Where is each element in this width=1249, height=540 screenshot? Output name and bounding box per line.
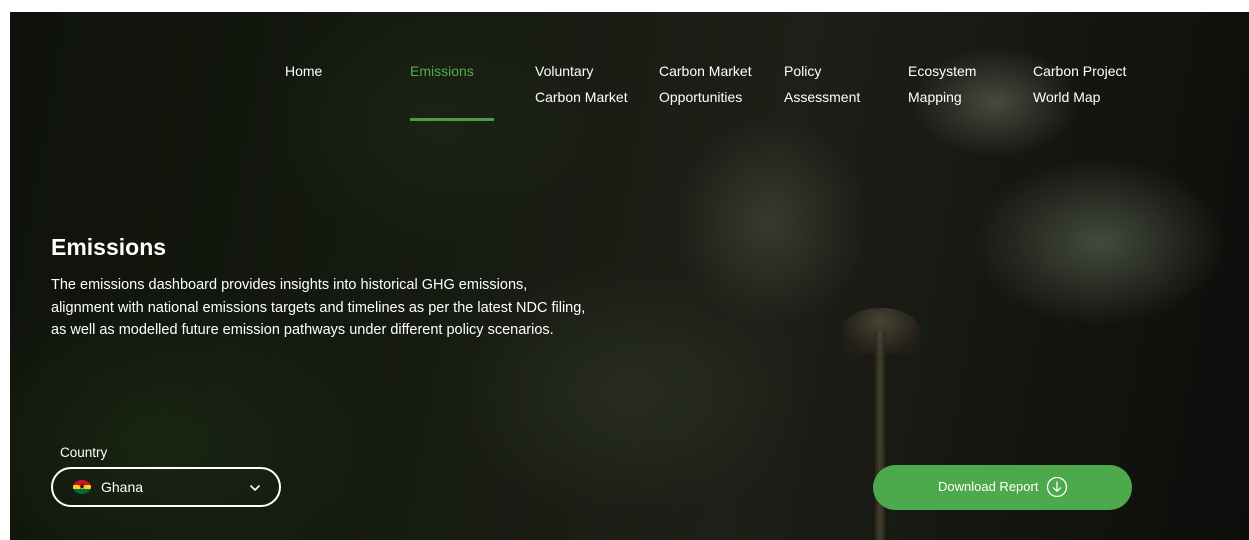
country-select-value: Ghana — [101, 479, 144, 495]
page-description: The emissions dashboard provides insight… — [51, 277, 586, 338]
nav-item-ecosystem-mapping[interactable]: Ecosystem Mapping — [908, 58, 976, 110]
nav-item-label: Mapping — [908, 89, 962, 105]
nav-item-carbon-project-world-map[interactable]: Carbon Project World Map — [1033, 58, 1126, 110]
nav-item-label: Opportunities — [659, 89, 743, 105]
nav-item-label: World Map — [1033, 89, 1101, 105]
nav-item-label: Ecosystem — [908, 63, 977, 79]
nav-item-policy-assessment[interactable]: Policy Assessment — [784, 58, 860, 110]
nav-item-label: Policy — [784, 63, 822, 79]
nav-item-emissions[interactable]: Emissions — [410, 58, 494, 121]
nav-item-voluntary-carbon-market[interactable]: Voluntary Carbon Market — [535, 58, 628, 110]
download-report-button[interactable]: Download Report — [873, 465, 1132, 510]
country-select[interactable]: ★ Ghana — [51, 467, 281, 507]
download-report-label: Download Report — [938, 479, 1039, 494]
nav-item-label: Carbon Project — [1033, 63, 1127, 79]
hero-banner: Home Emissions Voluntary Carbon Market C… — [10, 12, 1249, 540]
nav-item-label: Voluntary — [535, 63, 594, 79]
nav-item-label: Carbon Market — [535, 89, 628, 105]
nav-item-label: Carbon Market — [659, 63, 752, 79]
download-arrow-icon — [1046, 476, 1068, 498]
chevron-down-icon — [250, 485, 260, 491]
nav-item-home[interactable]: Home — [285, 58, 322, 84]
country-label: Country — [60, 445, 108, 460]
nav-item-label: Emissions — [410, 63, 474, 79]
page-title: Emissions — [51, 234, 167, 260]
ghana-flag-icon: ★ — [73, 480, 91, 494]
nav-item-carbon-market-opportunities[interactable]: Carbon Market Opportunities — [659, 58, 752, 110]
nav-item-label: Home — [285, 63, 323, 79]
nav-item-label: Assessment — [784, 89, 861, 105]
main-nav: Home Emissions Voluntary Carbon Market C… — [10, 58, 1249, 121]
